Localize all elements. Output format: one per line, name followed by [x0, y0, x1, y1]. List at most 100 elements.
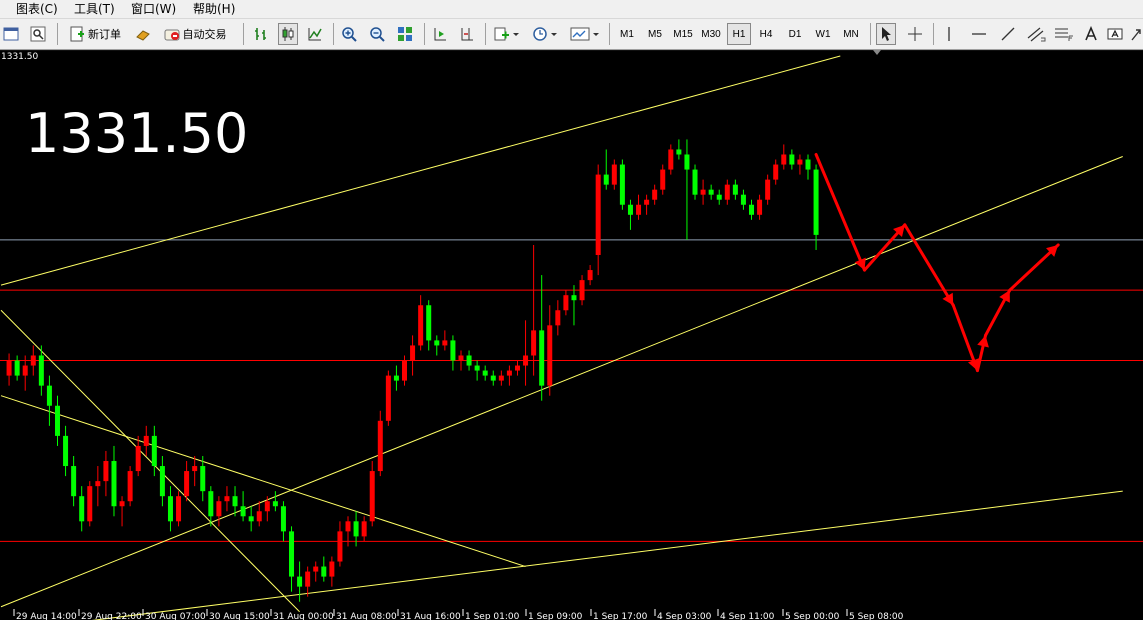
- tile-windows-icon[interactable]: [395, 23, 415, 45]
- candle-body: [474, 365, 480, 371]
- cursor-icon[interactable]: [876, 23, 896, 45]
- auto-trading-button[interactable]: 自动交易: [159, 23, 231, 45]
- timeframe-m5[interactable]: M5: [644, 23, 666, 45]
- timeframe-mn[interactable]: MN: [839, 23, 863, 45]
- candle-body: [256, 511, 262, 522]
- menu-window[interactable]: 窗口(W): [131, 1, 176, 17]
- new-order-button[interactable]: 新订单: [65, 23, 125, 45]
- market-watch-icon[interactable]: [134, 23, 152, 45]
- chart-candles-icon[interactable]: [278, 23, 298, 45]
- new-order-icon: [70, 26, 84, 42]
- candle-body: [143, 435, 149, 446]
- auto-trading-label: 自动交易: [182, 28, 227, 41]
- candle-body: [200, 466, 206, 492]
- toolbar-separator: [933, 23, 934, 45]
- candle-body: [523, 355, 529, 366]
- x-axis-label: 31 Aug 16:00: [400, 612, 461, 620]
- navigator-icon[interactable]: [29, 23, 47, 45]
- candle-body: [611, 164, 617, 185]
- candle-body: [71, 466, 77, 497]
- candle-body: [289, 531, 295, 577]
- candle-body: [539, 330, 545, 386]
- candle-body: [232, 496, 238, 507]
- menu-bar: 图表(C) 工具(T) 窗口(W) 帮助(H): [0, 0, 1143, 19]
- candle-body: [111, 461, 117, 507]
- candle-body: [813, 169, 819, 235]
- menu-help[interactable]: 帮助(H): [193, 1, 235, 17]
- timeframe-m15[interactable]: M15: [670, 23, 696, 45]
- candle-body: [740, 194, 746, 205]
- candle-body: [773, 164, 779, 180]
- candle-body: [627, 204, 633, 215]
- timeframe-w1[interactable]: W1: [812, 23, 834, 45]
- candle-body: [619, 164, 625, 205]
- timeframe-h4[interactable]: H4: [755, 23, 777, 45]
- candle-body: [749, 204, 755, 215]
- zoom-out-icon[interactable]: [367, 23, 387, 45]
- toolbar-separator: [333, 23, 334, 45]
- candle-body: [313, 566, 319, 572]
- zoom-in-icon[interactable]: [339, 23, 359, 45]
- candle-body: [418, 305, 424, 346]
- timeframe-d1[interactable]: D1: [784, 23, 806, 45]
- auto-scroll-icon[interactable]: [430, 23, 450, 45]
- candle-body: [555, 310, 561, 326]
- crosshair-icon[interactable]: [905, 23, 925, 45]
- x-axis-label: 4 Sep 03:00: [657, 612, 712, 620]
- x-axis-label: 5 Sep 08:00: [849, 612, 904, 620]
- candle-body: [506, 370, 512, 376]
- equidistant-channel-icon[interactable]: [1024, 23, 1048, 45]
- candle-body: [587, 270, 593, 281]
- candle-body: [305, 571, 311, 587]
- toolbar-separator: [870, 23, 871, 45]
- big-price-overlay: 1331.50: [25, 102, 249, 165]
- candle-body: [692, 169, 698, 195]
- candle-body: [321, 566, 327, 577]
- candle-body: [184, 471, 190, 497]
- horizontal-line-icon[interactable]: [968, 23, 990, 45]
- text-label-icon[interactable]: [1106, 23, 1124, 45]
- candle-body: [192, 466, 198, 472]
- candle-body: [337, 531, 343, 562]
- fibonacci-icon[interactable]: [1052, 23, 1076, 45]
- toolbar-separator: [424, 23, 425, 45]
- x-axis-label: 5 Sep 00:00: [785, 612, 840, 620]
- indicators-icon[interactable]: [492, 23, 522, 45]
- trendline-icon[interactable]: [997, 23, 1019, 45]
- candle-body: [208, 491, 214, 517]
- candle-body: [79, 496, 85, 522]
- trend-line: [0, 395, 526, 568]
- candle-body: [708, 189, 714, 195]
- candle-body: [361, 521, 367, 537]
- candle-body: [490, 375, 496, 381]
- chart-bar-icon[interactable]: [251, 23, 271, 45]
- candle-body: [402, 360, 407, 381]
- toolbar-separator: [485, 23, 486, 45]
- menu-tools[interactable]: 工具(T): [74, 1, 115, 17]
- candle-body: [652, 189, 658, 200]
- candle-body: [668, 149, 674, 170]
- candle-body: [684, 154, 690, 170]
- candle-body: [531, 330, 537, 356]
- chart-line-icon[interactable]: [305, 23, 325, 45]
- arrows-icon[interactable]: [1129, 23, 1143, 45]
- candle-body: [660, 169, 666, 190]
- chart-shift-icon[interactable]: [457, 23, 477, 45]
- x-axis-label: 1 Sep 17:00: [593, 612, 648, 620]
- candle-body: [159, 466, 165, 497]
- candle-body: [805, 159, 811, 170]
- timeframe-h1[interactable]: H1: [727, 23, 751, 45]
- timeframe-m30[interactable]: M30: [698, 23, 724, 45]
- profiles-icon[interactable]: [2, 23, 20, 45]
- candle-body: [216, 501, 222, 517]
- projection-arrow-segment: [903, 223, 955, 307]
- text-icon[interactable]: [1082, 23, 1100, 45]
- timeframe-m1[interactable]: M1: [616, 23, 638, 45]
- vertical-line-icon[interactable]: [940, 23, 958, 45]
- candle-body: [127, 471, 133, 502]
- candle-body: [563, 295, 569, 311]
- templates-icon[interactable]: [568, 23, 602, 45]
- candle-body: [434, 340, 440, 346]
- periods-icon[interactable]: [530, 23, 560, 45]
- menu-chart[interactable]: 图表(C): [16, 1, 58, 17]
